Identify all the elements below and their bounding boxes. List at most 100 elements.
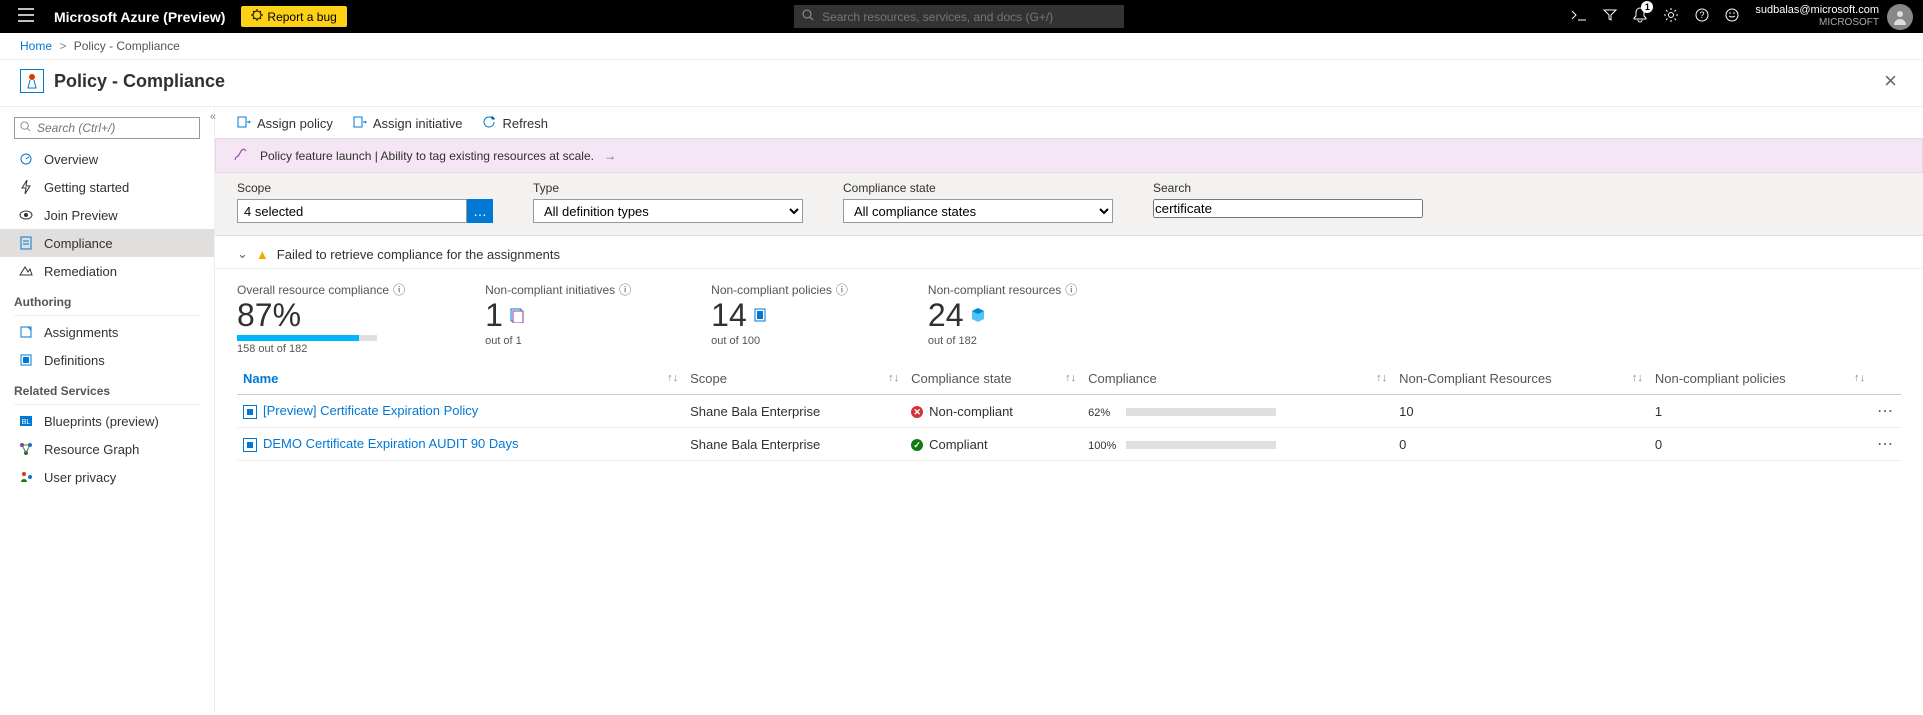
filter-bar: Scope … Type All definition types Compli… (215, 173, 1923, 236)
sidebar-item-definitions[interactable]: Definitions (0, 346, 214, 374)
row-scope: Shane Bala Enterprise (684, 395, 905, 428)
command-bar: Assign policy Assign initiative Refresh (215, 107, 1923, 138)
sidebar-item-label: Getting started (44, 180, 129, 195)
svg-text:?: ? (1700, 10, 1705, 20)
overview-icon (18, 151, 34, 167)
report-bug-label: Report a bug (267, 10, 336, 24)
info-icon[interactable]: ⓘ (619, 281, 631, 298)
stat-value: 1 (485, 298, 503, 333)
col-compliance-state[interactable]: Compliance state↑↓ (905, 363, 1082, 395)
info-icon[interactable]: ⓘ (393, 281, 405, 298)
row-pct: 62% (1088, 407, 1120, 419)
user-info[interactable]: sudbalas@microsoft.com MICROSOFT (1755, 4, 1879, 29)
help-icon[interactable]: ? (1695, 8, 1709, 25)
definitions-icon (18, 352, 34, 368)
sidebar-item-join-preview[interactable]: Join Preview (0, 201, 214, 229)
warning-text: Failed to retrieve compliance for the as… (277, 247, 560, 262)
stat-initiatives: Non-compliant initiatives ⓘ 1 out of 1 (485, 281, 631, 355)
sidebar-item-blueprints[interactable]: BL Blueprints (preview) (0, 407, 214, 435)
sidebar-item-label: Resource Graph (44, 442, 139, 457)
hamburger-icon[interactable] (10, 8, 42, 25)
assign-policy-label: Assign policy (257, 116, 333, 131)
progress-bar (1126, 408, 1276, 416)
settings-icon[interactable] (1663, 7, 1679, 26)
check-icon: ✓ (911, 439, 923, 451)
sidebar-item-label: Assignments (44, 325, 118, 340)
search-filter-input[interactable] (1153, 199, 1423, 218)
chevron-down-icon[interactable]: ⌄ (237, 246, 248, 262)
sidebar-item-remediation[interactable]: Remediation (0, 257, 214, 285)
stat-detail: 158 out of 182 (237, 343, 405, 355)
progress-bar (1126, 441, 1276, 449)
stat-value: 24 (928, 298, 964, 333)
compliance-state-select[interactable]: All compliance states (843, 199, 1113, 223)
sort-icon: ↑↓ (667, 372, 678, 384)
sidebar-item-getting-started[interactable]: Getting started (0, 173, 214, 201)
breadcrumb-home[interactable]: Home (20, 39, 52, 53)
user-org: MICROSOFT (1755, 17, 1879, 29)
cloud-shell-icon[interactable] (1571, 8, 1587, 25)
avatar[interactable] (1887, 4, 1913, 30)
stat-value: 87% (237, 298, 405, 333)
table-row[interactable]: DEMO Certificate Expiration AUDIT 90 Day… (237, 428, 1901, 461)
blade-header: Policy - Compliance × (0, 60, 1923, 107)
compliance-icon (18, 235, 34, 251)
scope-input[interactable] (237, 199, 467, 223)
banner-link-icon[interactable]: → (604, 149, 616, 163)
sidebar-item-user-privacy[interactable]: User privacy (0, 463, 214, 491)
svg-text:BL: BL (22, 419, 31, 426)
global-search-input[interactable] (794, 5, 1124, 28)
feedback-icon[interactable] (1725, 8, 1739, 25)
close-icon[interactable]: × (1878, 68, 1903, 94)
user-privacy-icon (18, 469, 34, 485)
sidebar-item-label: Blueprints (preview) (44, 414, 159, 429)
info-icon[interactable]: ⓘ (836, 281, 848, 298)
row-menu-icon[interactable]: ⋯ (1871, 395, 1901, 428)
row-menu-icon[interactable]: ⋯ (1871, 428, 1901, 461)
sidebar-item-resource-graph[interactable]: Resource Graph (0, 435, 214, 463)
sidebar-search-input[interactable] (14, 117, 200, 139)
row-name-link[interactable]: DEMO Certificate Expiration AUDIT 90 Day… (263, 436, 519, 451)
error-icon: ✕ (911, 406, 923, 418)
breadcrumb-separator: > (59, 39, 66, 53)
assign-policy-button[interactable]: Assign policy (237, 115, 333, 132)
scope-picker-button[interactable]: … (467, 199, 493, 223)
search-icon (802, 9, 814, 24)
filter-icon[interactable] (1603, 8, 1617, 25)
refresh-button[interactable]: Refresh (482, 115, 548, 132)
report-bug-button[interactable]: Report a bug (241, 6, 346, 27)
stat-overall: Overall resource compliance ⓘ 87% 158 ou… (237, 281, 405, 355)
warning-row: ⌄ ▲ Failed to retrieve compliance for th… (215, 236, 1923, 269)
table-row[interactable]: [Preview] Certificate Expiration Policy S… (237, 395, 1901, 428)
feature-banner: Policy feature launch | Ability to tag e… (215, 138, 1923, 173)
assign-initiative-button[interactable]: Assign initiative (353, 115, 463, 132)
brand-label: Microsoft Azure (Preview) (42, 9, 241, 25)
col-nc-resources[interactable]: Non-Compliant Resources↑↓ (1393, 363, 1649, 395)
notification-badge: 1 (1641, 1, 1653, 13)
sort-icon: ↑↓ (888, 372, 899, 384)
initiative-icon (509, 307, 525, 328)
sidebar-item-compliance[interactable]: Compliance (0, 229, 214, 257)
progress-bar (237, 335, 377, 341)
row-nc-resources: 10 (1393, 395, 1649, 428)
type-select[interactable]: All definition types (533, 199, 803, 223)
sort-icon: ↑↓ (1065, 372, 1076, 384)
row-state: Non-compliant (929, 404, 1013, 419)
refresh-label: Refresh (502, 116, 548, 131)
col-nc-policies[interactable]: Non-compliant policies↑↓ (1649, 363, 1871, 395)
info-icon[interactable]: ⓘ (1065, 281, 1077, 298)
collapse-sidebar-icon[interactable]: « (210, 111, 216, 123)
sort-icon: ↑↓ (1632, 372, 1643, 384)
blueprints-icon: BL (18, 413, 34, 429)
col-name[interactable]: Name↑↓ (237, 363, 684, 395)
notifications-icon[interactable]: 1 (1633, 7, 1647, 26)
row-name-link[interactable]: [Preview] Certificate Expiration Policy (263, 403, 478, 418)
col-compliance[interactable]: Compliance↑↓ (1082, 363, 1393, 395)
sidebar-item-assignments[interactable]: Assignments (0, 318, 214, 346)
col-scope[interactable]: Scope↑↓ (684, 363, 905, 395)
assign-initiative-label: Assign initiative (373, 116, 463, 131)
stat-detail: out of 100 (711, 335, 848, 347)
sidebar-section-authoring: Authoring (0, 285, 214, 313)
row-state: Compliant (929, 437, 988, 452)
sidebar-item-overview[interactable]: Overview (0, 145, 214, 173)
